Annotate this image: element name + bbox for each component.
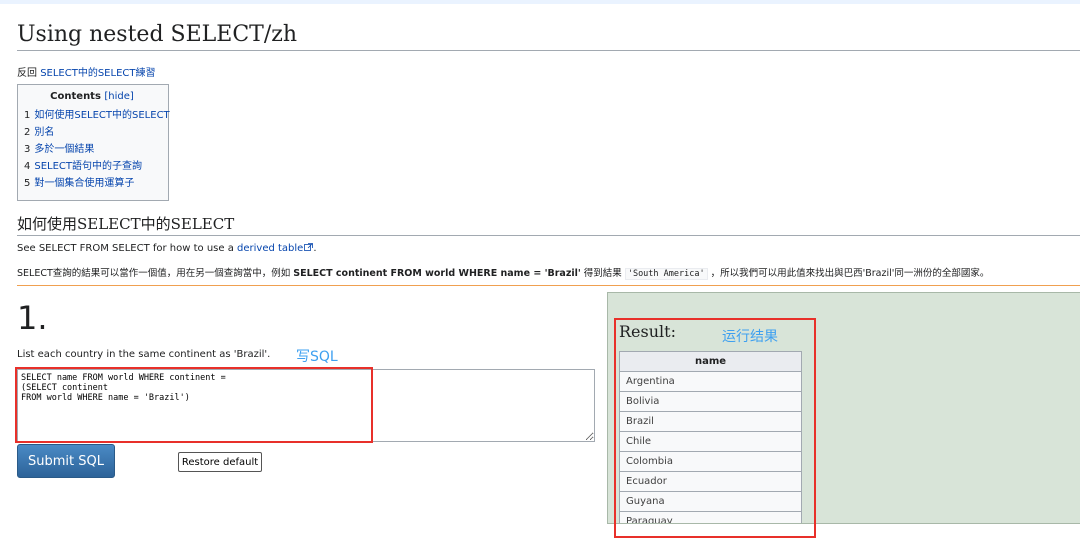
table-row: Ecuador: [619, 471, 802, 492]
toc-item-3[interactable]: 3 多於一個結果: [24, 141, 160, 158]
explanation-code: 'South America': [624, 268, 708, 280]
toc-item-link[interactable]: 如何使用SELECT中的SELECT: [34, 110, 169, 121]
toc-item-link[interactable]: 別名: [34, 127, 54, 138]
external-link-icon: [304, 243, 314, 251]
toc-item-1[interactable]: 1 如何使用SELECT中的SELECT: [24, 107, 170, 124]
table-row: Bolivia: [619, 391, 802, 412]
toc-item-2[interactable]: 2 別名: [24, 124, 160, 141]
back-prefix: 反回: [17, 68, 41, 79]
back-line: 反回 SELECT中的SELECT練習: [17, 64, 155, 79]
table-cell: Argentina: [619, 371, 802, 392]
toc-item-number: 1: [24, 110, 31, 121]
toc-hide-link[interactable]: [hide]: [104, 91, 133, 102]
back-link[interactable]: SELECT中的SELECT練習: [40, 68, 155, 79]
table-of-contents: Contents [hide] 1 如何使用SELECT中的SELECT 2 別名 …: [17, 84, 170, 201]
table-row: Argentina: [619, 371, 802, 392]
table-row: Paraguay: [619, 511, 802, 523]
result-title: Result:: [619, 322, 676, 341]
result-table-container[interactable]: name Argentina Bolivia Brazil Chile Colo…: [619, 351, 802, 523]
table-row: Brazil: [619, 411, 802, 432]
table-row: Colombia: [619, 451, 802, 472]
table-cell: Bolivia: [619, 391, 802, 412]
intro-end: .: [313, 243, 317, 254]
toc-item-number: 4: [24, 161, 31, 172]
toc-item-4[interactable]: 4 SELECT語句中的子查詢: [24, 158, 160, 175]
toc-heading: Contents: [50, 91, 101, 102]
toc-item-link[interactable]: SELECT語句中的子查詢: [34, 161, 142, 172]
intro-paragraph: See SELECT FROM SELECT for how to use a …: [17, 243, 317, 254]
divider: [17, 285, 1080, 286]
table-cell: Chile: [619, 431, 802, 452]
annotation-write-sql: 写SQL: [296, 349, 338, 365]
table-cell: Guyana: [619, 491, 802, 512]
table-cell: Colombia: [619, 451, 802, 472]
question-text: List each country in the same continent …: [17, 349, 271, 360]
explanation-part-c: ，所以我們可以用此值來找出與巴西'Brazil'同一洲份的全部國家。: [707, 268, 990, 279]
page-title: Using nested SELECT/zh: [17, 20, 1080, 51]
table-cell: Ecuador: [619, 471, 802, 492]
explanation-bold-sql: SELECT continent FROM world WHERE name =…: [293, 268, 581, 279]
toc-item-number: 2: [24, 127, 31, 138]
derived-table-link[interactable]: derived table: [237, 243, 314, 254]
top-bar: [0, 0, 1080, 4]
intro-text: See SELECT FROM SELECT for how to use a: [17, 243, 238, 254]
table-cell: Brazil: [619, 411, 802, 432]
toc-item-link[interactable]: 多於一個結果: [34, 144, 94, 155]
toc-item-number: 5: [24, 178, 31, 189]
toc-item-number: 3: [24, 144, 31, 155]
explanation-paragraph: SELECT查詢的結果可以當作一個值，用在另一個查詢當中，例如 SELECT c…: [17, 265, 990, 280]
restore-default-button[interactable]: Restore default: [178, 452, 262, 472]
question-number: 1.: [17, 299, 48, 337]
explanation-part-b: 得到結果: [580, 268, 625, 279]
toc-item-5[interactable]: 5 對一個集合使用運算子: [24, 175, 160, 192]
derived-table-link-label[interactable]: derived table: [237, 243, 303, 254]
table-row: Guyana: [619, 491, 802, 512]
result-table: name Argentina Bolivia Brazil Chile Colo…: [619, 351, 802, 523]
sql-editor[interactable]: SELECT name FROM world WHERE continent =…: [17, 369, 595, 442]
result-header-row: name: [619, 351, 802, 372]
table-cell: Paraguay: [619, 511, 802, 523]
column-header-name: name: [619, 351, 802, 372]
explanation-part-a: SELECT查詢的結果可以當作一個值，用在另一個查詢當中，例如: [17, 268, 294, 279]
table-row: Chile: [619, 431, 802, 452]
toc-item-link[interactable]: 對一個集合使用運算子: [34, 178, 134, 189]
submit-sql-button[interactable]: Submit SQL: [17, 444, 115, 478]
toc-heading-row: Contents [hide]: [24, 91, 160, 102]
annotation-result: 运行结果: [722, 329, 778, 345]
section-heading: 如何使用SELECT中的SELECT: [17, 213, 1080, 236]
